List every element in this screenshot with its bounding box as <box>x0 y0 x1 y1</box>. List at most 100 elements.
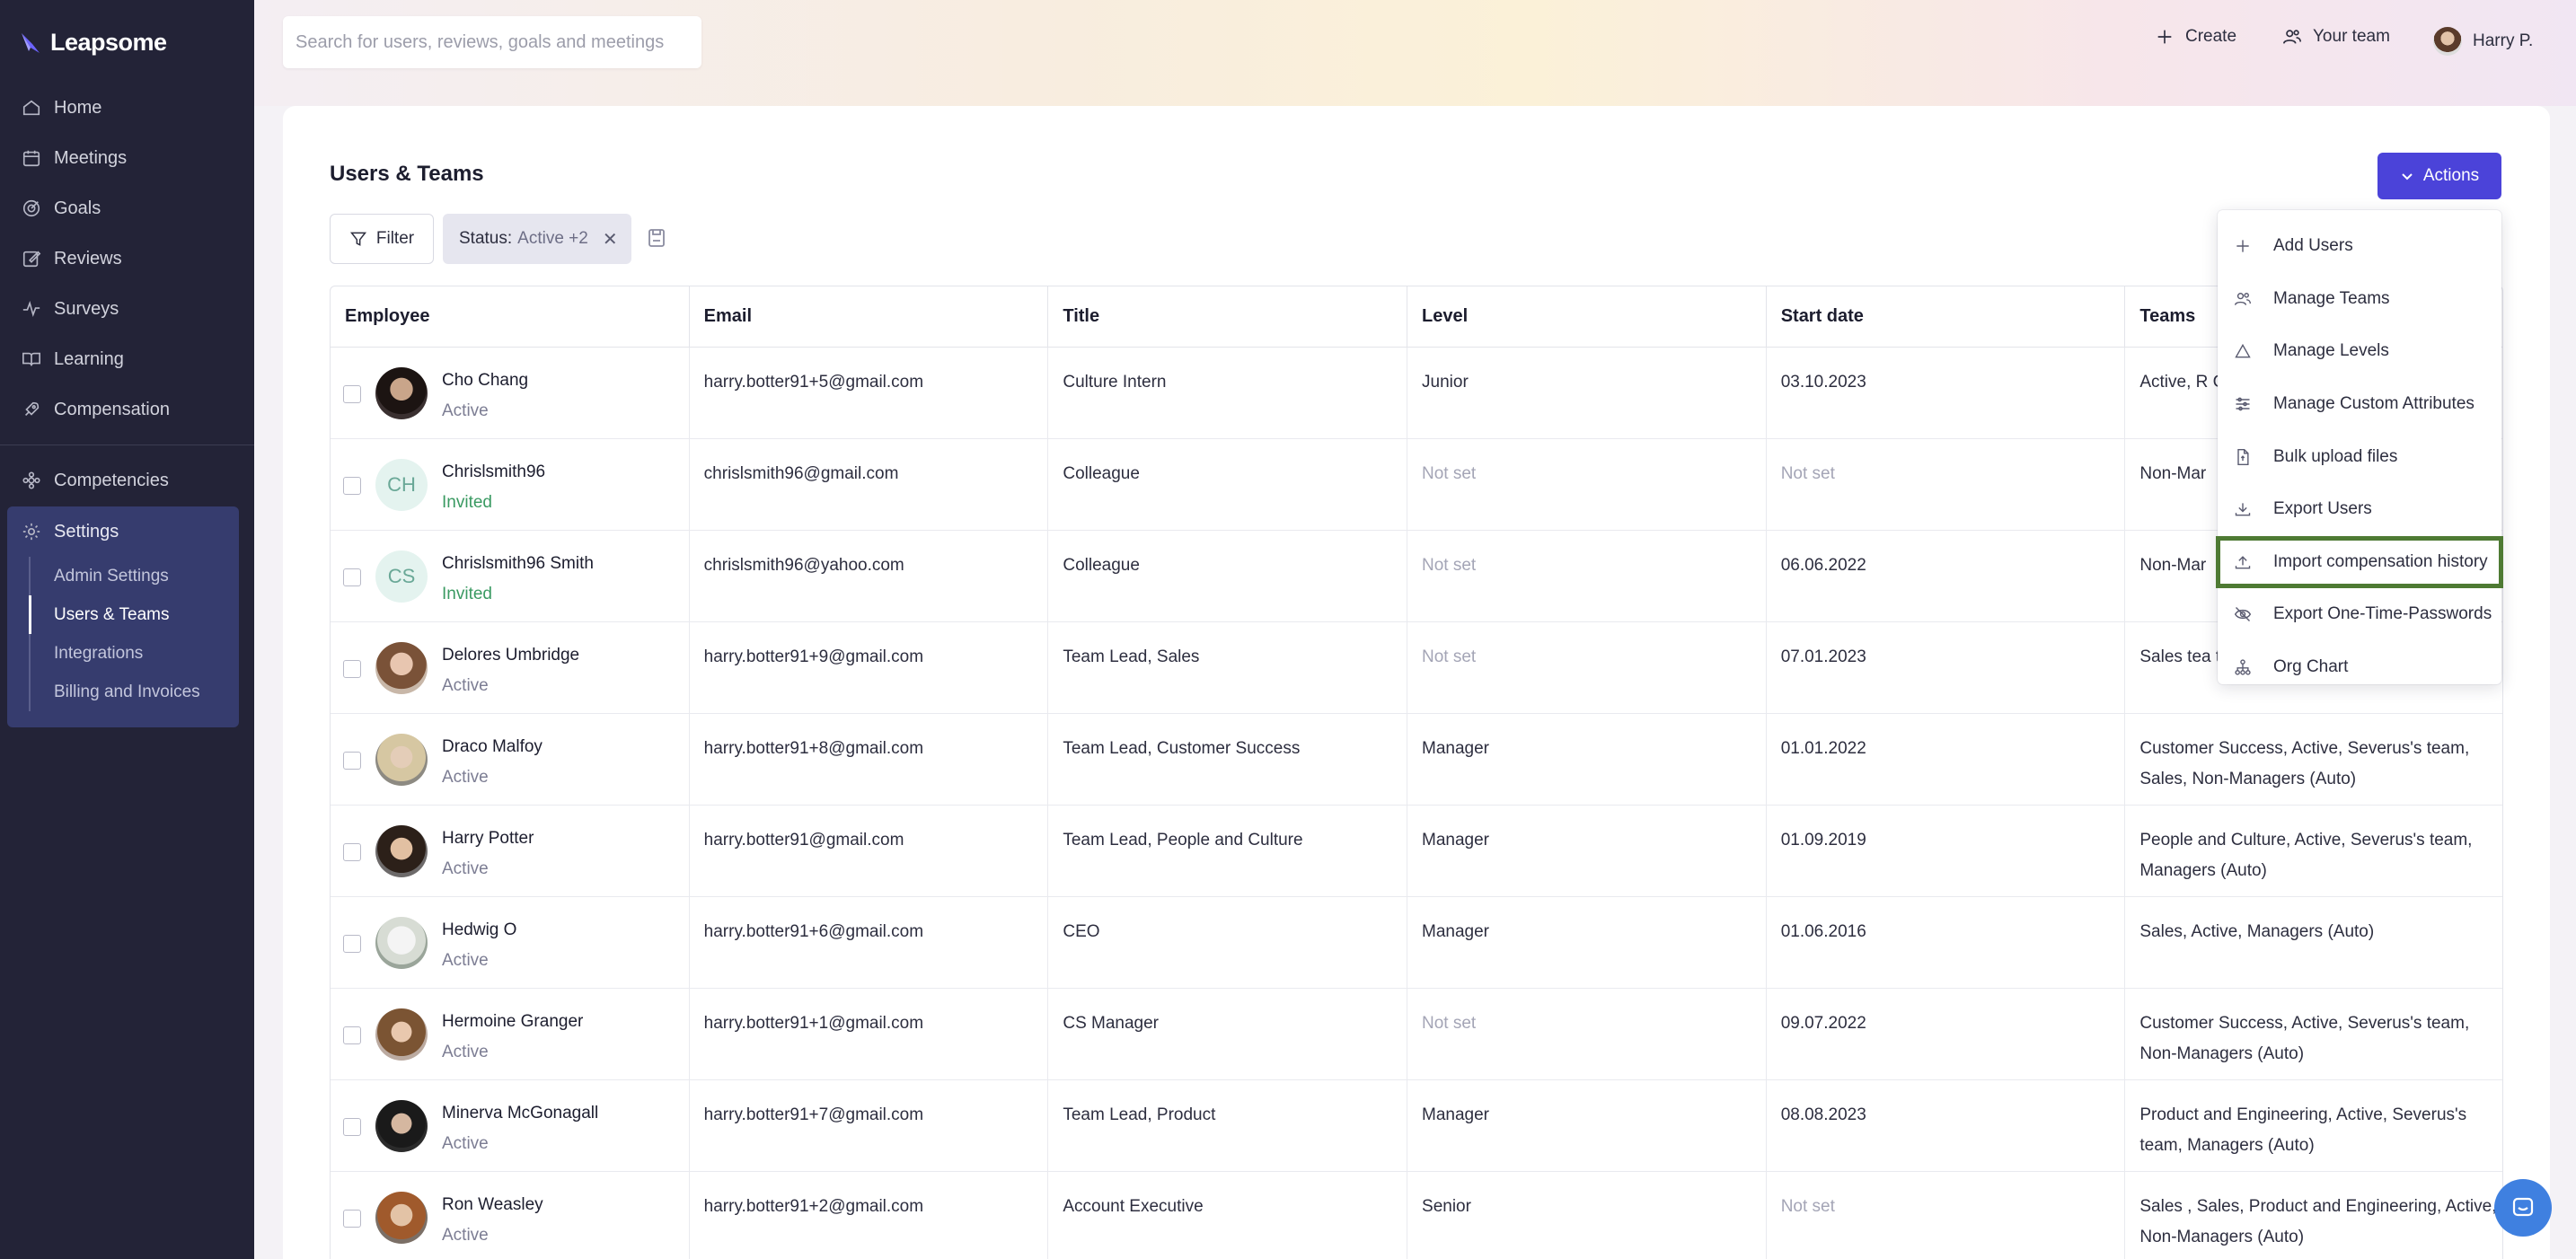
employee-info: Cho Chang Active <box>442 365 528 427</box>
status-filter-chip[interactable]: Status: Active +2 ✕ <box>443 214 631 264</box>
email-cell: harry.botter91+6@gmail.com <box>690 897 1049 988</box>
row-checkbox[interactable] <box>343 1026 361 1044</box>
level-cell: Manager <box>1407 714 1767 805</box>
row-checkbox[interactable] <box>343 843 361 861</box>
create-button[interactable]: Create <box>2155 27 2236 47</box>
menu-item-import-compensation-history[interactable]: Import compensation history <box>2216 535 2503 589</box>
table-row[interactable]: Delores Umbridge Active harry.botter91+9… <box>331 622 2502 714</box>
app-logo[interactable]: Leapsome <box>20 29 167 57</box>
row-checkbox[interactable] <box>343 935 361 953</box>
menu-item-add-users[interactable]: Add Users <box>2218 220 2501 273</box>
sidebar-item-meetings[interactable]: Meetings <box>0 133 254 183</box>
employee-cell: Cho Chang Active <box>331 348 690 438</box>
title-cell: Team Lead, Customer Success <box>1048 714 1408 805</box>
sidebar-item-learning[interactable]: Learning <box>0 334 254 384</box>
menu-item-export-users[interactable]: Export Users <box>2218 483 2501 536</box>
user-menu[interactable]: Harry P. <box>2433 27 2533 56</box>
leapsome-logo-icon <box>22 32 40 53</box>
employee-name[interactable]: Draco Malfoy <box>442 732 543 762</box>
settings-group: Settings Admin Settings Users & Teams In… <box>7 506 239 727</box>
sidebar-item-competencies[interactable]: Competencies <box>0 455 254 506</box>
employee-info: Draco Malfoy Active <box>442 732 543 793</box>
file-icon <box>2237 448 2249 465</box>
employee-info: Hermoine Granger Active <box>442 1007 583 1068</box>
sidebar-item-home[interactable]: Home <box>0 83 254 133</box>
save-filter-button[interactable] <box>648 228 666 248</box>
row-checkbox[interactable] <box>343 1210 361 1228</box>
employee-name[interactable]: Hermoine Granger <box>442 1007 583 1037</box>
sidebar-item-settings[interactable]: Settings <box>7 506 239 557</box>
email-cell: harry.botter91+7@gmail.com <box>690 1080 1049 1171</box>
subnav-users-teams[interactable]: Users & Teams <box>29 595 200 634</box>
home-icon <box>22 100 40 116</box>
table-row[interactable]: Minerva McGonagall Active harry.botter91… <box>331 1080 2502 1172</box>
chevron-down-icon <box>2402 173 2413 180</box>
menu-item-manage-teams[interactable]: Manage Teams <box>2218 273 2501 326</box>
subnav-billing[interactable]: Billing and Invoices <box>31 673 200 711</box>
table-row[interactable]: Harry Potter Active harry.botter91@gmail… <box>331 806 2502 897</box>
row-checkbox[interactable] <box>343 752 361 770</box>
sidebar-item-label: Reviews <box>54 248 122 269</box>
status-badge: Active <box>442 1226 489 1245</box>
table-header: Employee Email Title Level Start date Te… <box>331 286 2502 348</box>
upload-icon <box>2235 556 2251 569</box>
chat-support-button[interactable] <box>2494 1179 2552 1237</box>
menu-item-export-otp[interactable]: Export One-Time-Passwords <box>2218 588 2501 641</box>
avatar <box>375 1100 428 1152</box>
level-cell: Not set <box>1407 622 1767 713</box>
teams-cell: Sales , Sales, Product and Engineering, … <box>2139 1197 2497 1246</box>
row-checkbox[interactable] <box>343 568 361 586</box>
column-header-email[interactable]: Email <box>690 286 1049 347</box>
title-cell: Colleague <box>1048 531 1408 621</box>
start-date-cell: 08.08.2023 <box>1767 1080 2126 1171</box>
row-checkbox[interactable] <box>343 1118 361 1136</box>
column-header-title[interactable]: Title <box>1048 286 1408 347</box>
filter-button[interactable]: Filter <box>330 214 434 264</box>
menu-item-org-chart[interactable]: Org Chart <box>2218 641 2501 694</box>
start-date-cell: 01.09.2019 <box>1767 806 2126 896</box>
sidebar-item-reviews[interactable]: Reviews <box>0 233 254 284</box>
menu-item-manage-levels[interactable]: Manage Levels <box>2218 325 2501 378</box>
employee-name[interactable]: Delores Umbridge <box>442 640 579 671</box>
table-row[interactable]: Ron Weasley Active harry.botter91+2@gmai… <box>331 1172 2502 1259</box>
your-team-button[interactable]: Your team <box>2282 27 2390 47</box>
table-row[interactable]: Cho Chang Active harry.botter91+5@gmail.… <box>331 348 2502 439</box>
column-header-level[interactable]: Level <box>1407 286 1767 347</box>
employee-name[interactable]: Harry Potter <box>442 823 534 854</box>
row-checkbox[interactable] <box>343 477 361 495</box>
avatar <box>375 642 428 694</box>
employee-name[interactable]: Chrislsmith96 Smith <box>442 549 594 579</box>
avatar <box>375 1192 428 1244</box>
teams-cell: Customer Success, Active, Severus's team… <box>2139 1014 2470 1063</box>
subnav-admin-settings[interactable]: Admin Settings <box>31 557 200 595</box>
table-row[interactable]: Hedwig O Active harry.botter91+6@gmail.c… <box>331 897 2502 989</box>
subnav-integrations[interactable]: Integrations <box>31 634 200 673</box>
table-row[interactable]: CS Chrislsmith96 Smith Invited chrislsmi… <box>331 531 2502 622</box>
table-body: Cho Chang Active harry.botter91+5@gmail.… <box>331 348 2502 1259</box>
row-checkbox[interactable] <box>343 385 361 403</box>
actions-button[interactable]: Actions <box>2378 153 2501 199</box>
table-row[interactable]: Hermoine Granger Active harry.botter91+1… <box>331 989 2502 1080</box>
employee-name[interactable]: Minerva McGonagall <box>442 1098 598 1129</box>
sidebar-item-compensation[interactable]: Compensation <box>0 384 254 435</box>
sidebar-item-surveys[interactable]: Surveys <box>0 284 254 334</box>
sidebar-item-goals[interactable]: Goals <box>0 183 254 233</box>
employee-name[interactable]: Cho Chang <box>442 365 528 396</box>
column-header-start-date[interactable]: Start date <box>1767 286 2126 347</box>
close-icon[interactable]: ✕ <box>603 228 618 251</box>
email-cell: harry.botter91+9@gmail.com <box>690 622 1049 713</box>
employee-name[interactable]: Ron Weasley <box>442 1190 543 1220</box>
employee-name[interactable]: Chrislsmith96 <box>442 457 545 488</box>
title-cell: Team Lead, Product <box>1048 1080 1408 1171</box>
menu-item-bulk-upload[interactable]: Bulk upload files <box>2218 430 2501 483</box>
column-header-employee[interactable]: Employee <box>331 286 690 347</box>
avatar: CH <box>375 459 428 511</box>
row-checkbox[interactable] <box>343 660 361 678</box>
menu-item-manage-custom-attributes[interactable]: Manage Custom Attributes <box>2218 378 2501 431</box>
level-cell: Manager <box>1407 1080 1767 1171</box>
plus-icon <box>2236 240 2249 252</box>
employee-name[interactable]: Hedwig O <box>442 915 516 946</box>
search-input[interactable] <box>296 31 701 53</box>
table-row[interactable]: CH Chrislsmith96 Invited chrislsmith96@g… <box>331 439 2502 531</box>
table-row[interactable]: Draco Malfoy Active harry.botter91+8@gma… <box>331 714 2502 806</box>
